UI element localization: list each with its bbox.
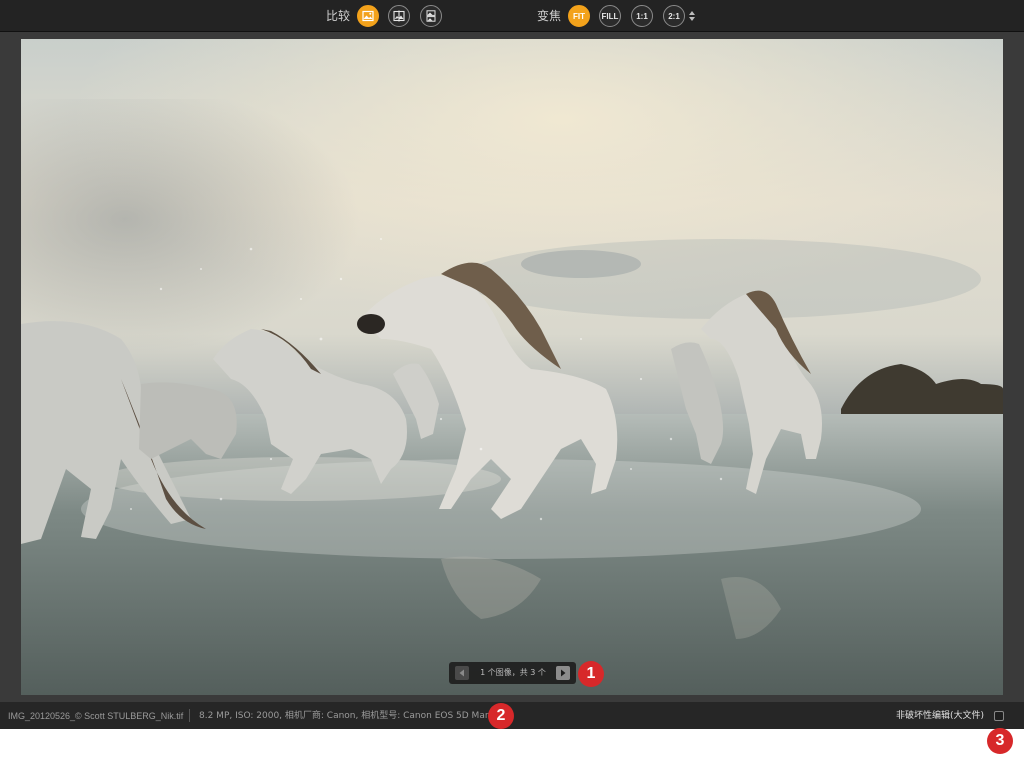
image-navigator: 1 个图像，共 3 个 xyxy=(449,662,576,684)
zoom-stepper-icon[interactable] xyxy=(688,9,696,23)
zoom-2to1-button[interactable]: 2:1 xyxy=(663,5,685,27)
zoom-fill-button[interactable]: FILL xyxy=(599,5,621,27)
photo-editor-window: 比较 变焦 FIT FILL 1:1 2:1 1 个图像，共 3 个 IMG_2… xyxy=(0,0,1024,729)
image-preview[interactable] xyxy=(21,39,1003,695)
callout-marker-2: 2 xyxy=(488,703,514,729)
chevron-left-icon xyxy=(459,669,464,677)
compare-side-by-side-button[interactable] xyxy=(420,5,442,27)
callout-marker-3: 3 xyxy=(987,728,1013,754)
side-by-side-icon xyxy=(426,10,436,22)
horses-photo xyxy=(21,39,1003,695)
image-count-text: 1 个图像，共 3 个 xyxy=(480,668,546,677)
status-divider xyxy=(189,709,190,722)
image-metadata: 8.2 MP, ISO: 2000, 相机厂商: Canon, 相机型号: Ca… xyxy=(199,711,506,721)
chevron-right-icon xyxy=(561,669,566,677)
callout-marker-1: 1 xyxy=(578,661,604,687)
file-name: IMG_20120526_© Scott STULBERG_Nik.tif xyxy=(8,711,184,721)
zoom-label: 变焦 xyxy=(537,9,562,23)
compare-split-view-button[interactable] xyxy=(388,5,410,27)
zoom-fit-button[interactable]: FIT xyxy=(568,5,590,27)
nondestructive-edit-checkbox[interactable] xyxy=(994,711,1004,721)
previous-image-button[interactable] xyxy=(455,666,469,680)
compare-label: 比较 xyxy=(326,9,351,23)
split-view-icon xyxy=(393,10,405,22)
next-image-button[interactable] xyxy=(556,666,570,680)
zoom-1to1-button[interactable]: 1:1 xyxy=(631,5,653,27)
nondestructive-edit-label: 非破坏性编辑(大文件) xyxy=(895,711,984,721)
single-view-icon xyxy=(362,10,374,22)
top-toolbar: 比较 变焦 FIT FILL 1:1 2:1 xyxy=(0,0,1024,32)
compare-single-view-button[interactable] xyxy=(357,5,379,27)
